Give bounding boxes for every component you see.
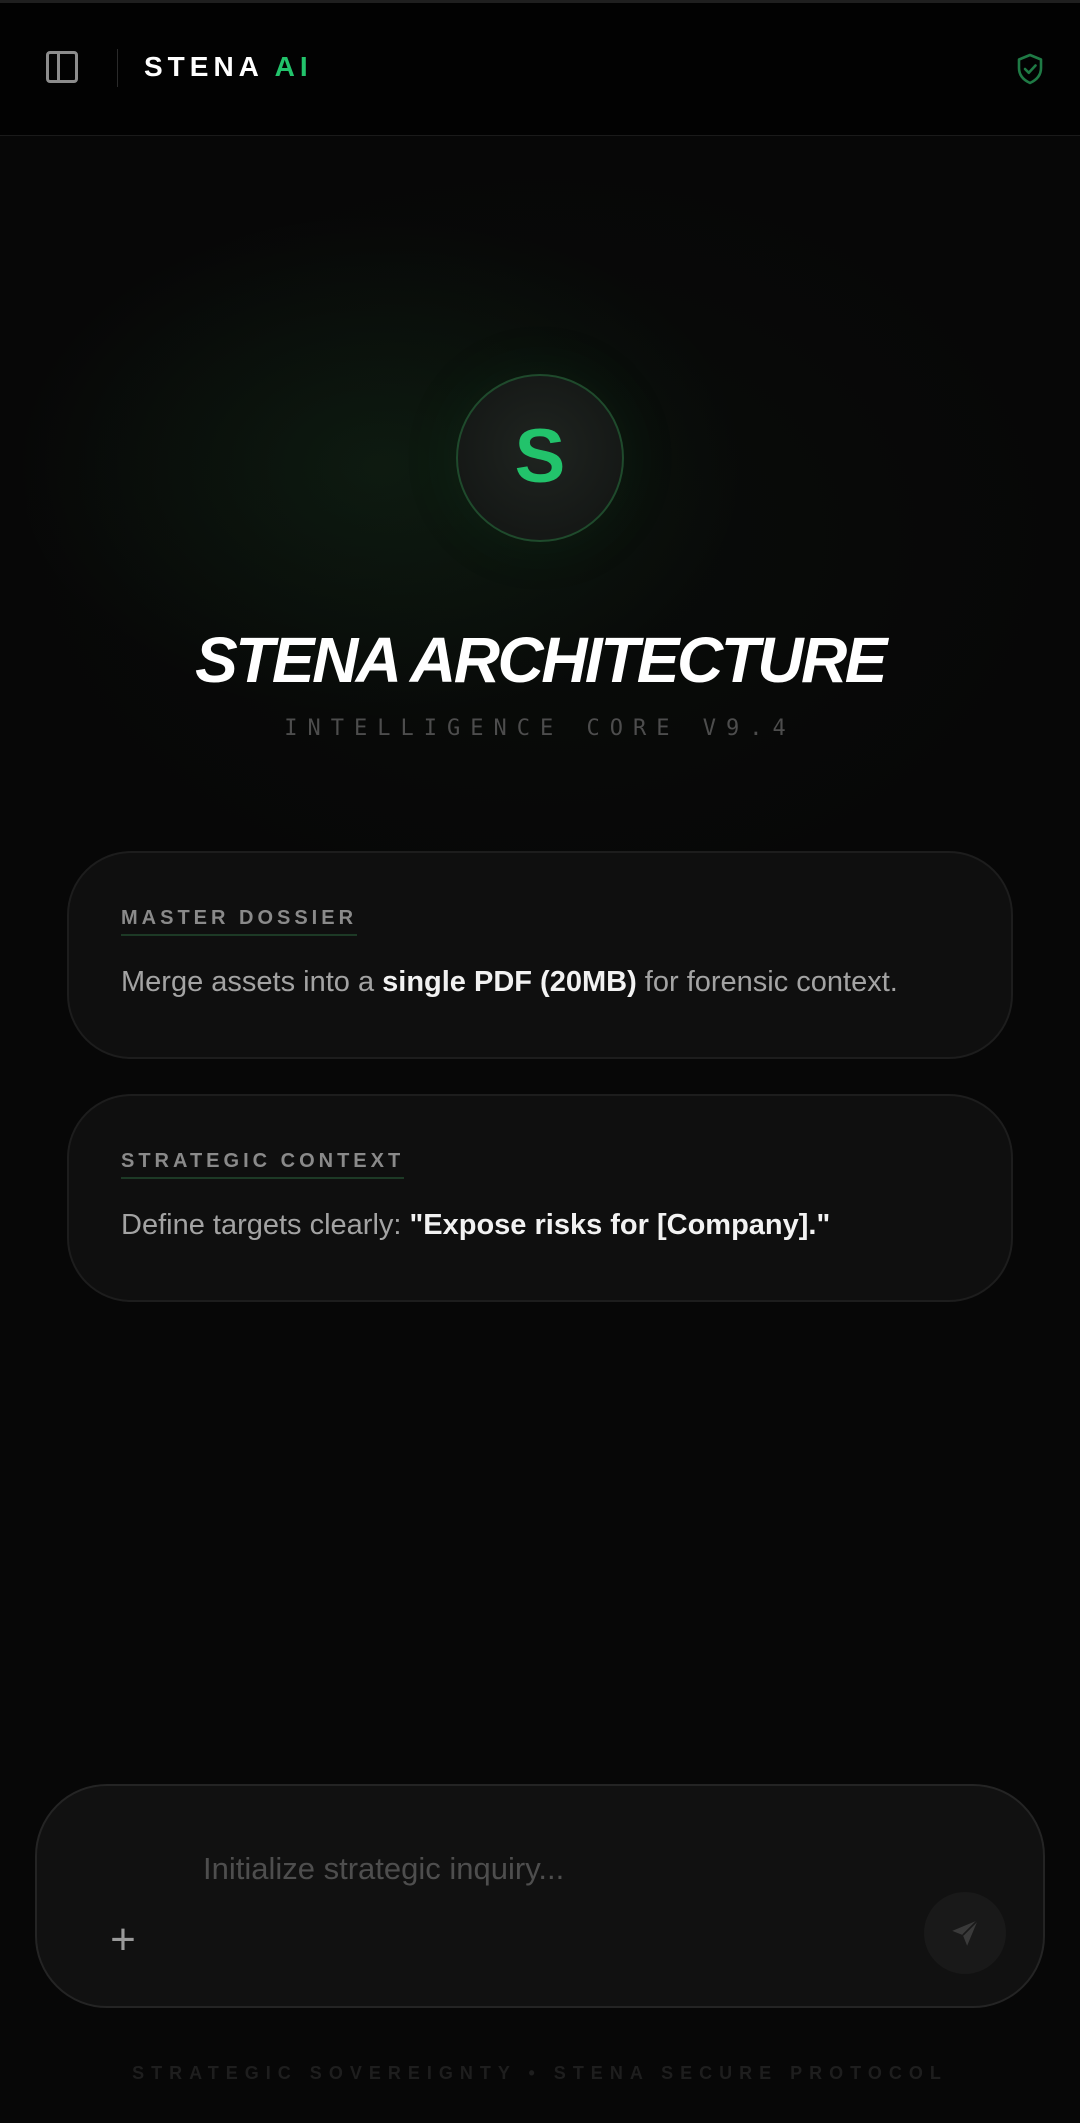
brand-accent: AI [274, 51, 313, 82]
core-logo: S [456, 374, 624, 542]
card-label: MASTER DOSSIER [121, 907, 358, 936]
card-text-after: for forensic context. [636, 966, 898, 998]
card-label: STRATEGIC CONTEXT [121, 1150, 405, 1179]
card-description: Merge assets into a single PDF (20MB) fo… [121, 966, 898, 999]
header-divider [117, 49, 118, 87]
plus-icon[interactable]: + [101, 1918, 145, 1964]
app-page: STENA AI S STENA ARCHITECTURE INTELLIGEN… [0, 0, 1080, 2123]
suggestion-card-strategic-context[interactable]: STRATEGIC CONTEXT Define targets clearly… [67, 1094, 1013, 1302]
inquiry-input[interactable] [203, 1846, 963, 1892]
shield-check-icon[interactable] [1016, 53, 1044, 85]
card-text-before: Merge assets into a [121, 966, 383, 998]
composer: + [35, 1784, 1045, 2008]
logo-letter: S [514, 414, 566, 499]
suggestion-card-master-dossier[interactable]: MASTER DOSSIER Merge assets into a singl… [67, 851, 1013, 1059]
send-button[interactable] [924, 1892, 1006, 1974]
app-header: STENA AI [0, 3, 1080, 136]
page-title: STENA ARCHITECTURE [195, 624, 887, 696]
card-text-bold: "Expose risks for [Company]." [409, 1209, 831, 1241]
brand-logo: STENA AI [144, 51, 313, 83]
card-text-bold: single PDF (20MB) [382, 966, 637, 998]
page-subtitle: INTELLIGENCE CORE V9.4 [284, 716, 796, 741]
card-text-before: Define targets clearly: [121, 1209, 410, 1241]
footer-text: STRATEGIC SOVEREIGNTY • STENA SECURE PRO… [132, 2063, 948, 2083]
sidebar-toggle-icon[interactable] [46, 51, 78, 83]
send-icon [952, 1919, 979, 1946]
card-description: Define targets clearly: "Expose risks fo… [121, 1209, 830, 1242]
brand-name: STENA [144, 51, 263, 82]
